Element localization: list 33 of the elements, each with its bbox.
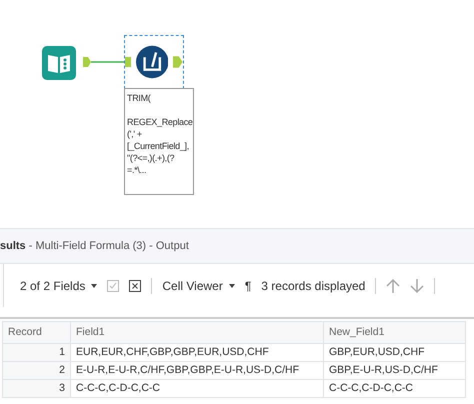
records-count: 3 records displayed (261, 278, 366, 294)
checkbox-icon[interactable] (107, 280, 120, 292)
annotation-text: (',' + (127, 128, 143, 140)
viewer-dropdown[interactable]: Cell Viewer (162, 276, 235, 294)
table-cell: EUR,EUR,CHF,GBP,GBP,EUR,USD,CHF (70, 344, 324, 362)
annotation-text: REGEX_Replace (127, 116, 191, 128)
pilcrow-button[interactable]: ¶ (244, 276, 252, 294)
annotation-text: TRIM( (127, 92, 152, 104)
connection-drawing (83, 56, 131, 68)
down-arrow-icon[interactable] (410, 278, 424, 294)
table-cell: C-C-C,C-D-C,C-C (70, 380, 324, 398)
caret-icon (228, 284, 235, 288)
annotation-text: =.*\... (127, 164, 148, 176)
row-number: 2 (2, 362, 70, 380)
table-cell: C-C-C,C-D-C,C-C (324, 380, 466, 398)
up-arrow-icon[interactable] (386, 278, 400, 294)
row-number: 3 (2, 380, 70, 398)
close-icon[interactable] (129, 280, 142, 292)
row-number: 1 (2, 344, 70, 362)
table-cell: E-U-R,E-U-R,C/HF,GBP,GBP,E-U-R,US-D,C/HF (70, 362, 324, 380)
results-title: sults - Multi-Field Formula (3) - Output (0, 238, 189, 254)
fields-dropdown[interactable]: 2 of 2 Fields (20, 276, 98, 294)
annotation-text: "(?<=,)(.+),(? (127, 152, 176, 164)
annotation-text: [_CurrentField_], (127, 140, 190, 152)
formula-tool-icon[interactable] (136, 45, 168, 79)
table-cell: GBP,EUR,USD,CHF (324, 344, 466, 362)
book-icon[interactable] (42, 46, 76, 80)
column-header[interactable]: Field1 (70, 322, 324, 344)
column-header[interactable]: Record (2, 322, 70, 344)
caret-icon (91, 284, 98, 288)
column-header[interactable]: New_Field1 (324, 322, 466, 344)
table-cell: GBP,E-U-R,US-D,C/HF (324, 362, 466, 380)
output-anchor-icon[interactable] (173, 56, 183, 68)
